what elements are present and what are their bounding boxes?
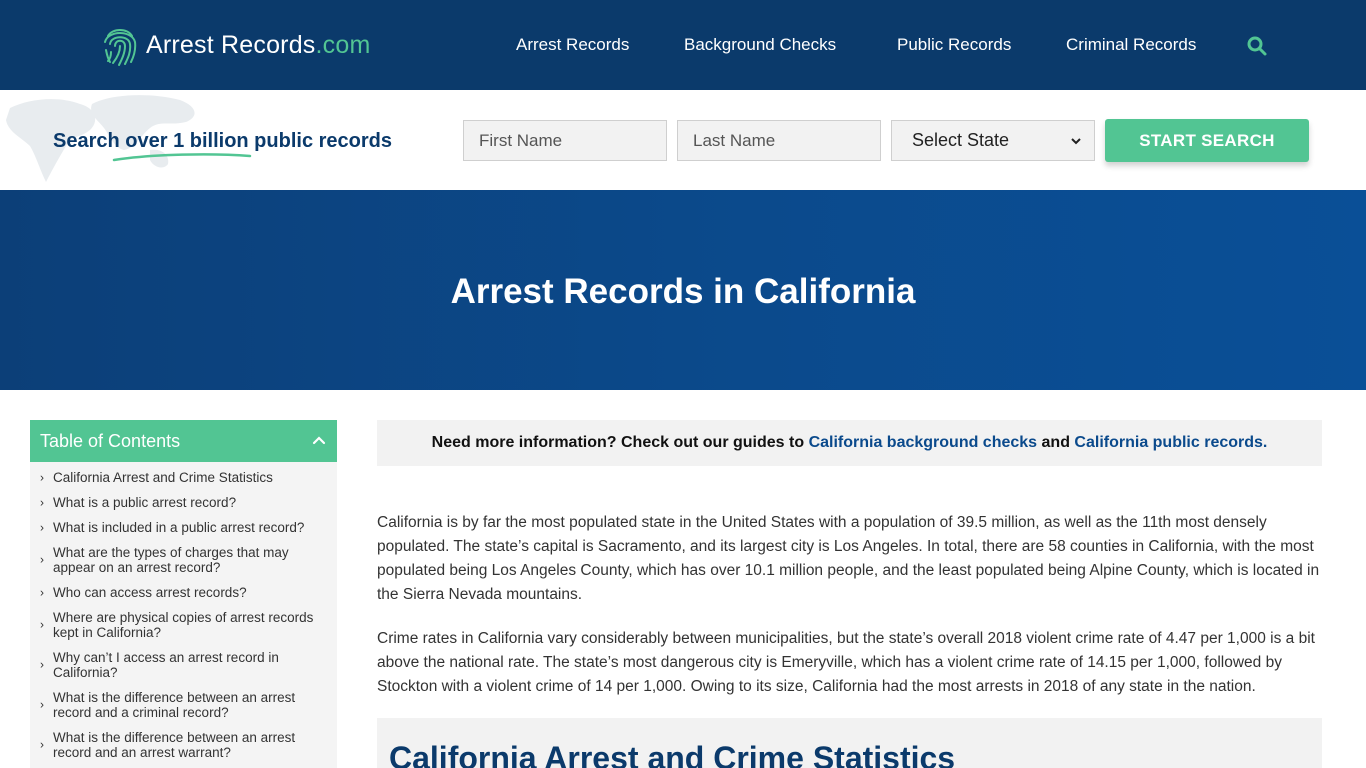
search-icon[interactable] <box>1246 35 1268 57</box>
hero-banner: Arrest Records in California <box>0 190 1366 390</box>
logo-suffix: .com <box>315 30 371 59</box>
toc-item[interactable]: › What is included in a public arrest rec… <box>30 520 337 535</box>
chevron-right-icon: › <box>40 495 44 509</box>
background-checks-link[interactable]: California background checks <box>809 434 1038 451</box>
state-select[interactable]: Select State <box>891 120 1095 161</box>
search-bar-section: Search over 1 billion public records Sel… <box>0 90 1366 190</box>
toc-item-label: What is included in a public arrest reco… <box>53 520 305 535</box>
last-name-input[interactable] <box>677 120 881 161</box>
page-title: Arrest Records in California <box>450 272 916 311</box>
chevron-right-icon: › <box>40 520 44 534</box>
tagline-underline <box>112 153 252 162</box>
first-name-input[interactable] <box>463 120 667 161</box>
intro-paragraph: California is by far the most populated … <box>377 514 1320 603</box>
toc-item[interactable]: › What are the types of charges that may … <box>30 545 337 575</box>
logo-text: Arrest Records.com <box>146 31 371 60</box>
toc-item-label: Where are physical copies of arrest reco… <box>53 610 314 640</box>
toc-title: Table of Contents <box>40 431 181 451</box>
nav-public-records[interactable]: Public Records <box>897 35 1011 55</box>
toc-item[interactable]: › Why can’t I access an arrest record in … <box>30 650 337 680</box>
toc-item[interactable]: › California Arrest and Crime Statistics <box>30 470 337 485</box>
toc-item-label: What is a public arrest record? <box>53 495 237 510</box>
info-notice: Need more information? Check out our gui… <box>377 420 1322 466</box>
toc-item-label: Why can’t I access an arrest record in C… <box>53 650 279 680</box>
section-box: California Arrest and Crime Statistics <box>377 718 1322 768</box>
nav-arrest-records[interactable]: Arrest Records <box>516 35 629 55</box>
toc-item[interactable]: › What is the difference between an arres… <box>30 730 337 760</box>
chevron-right-icon: › <box>40 585 44 599</box>
public-records-link[interactable]: California public records. <box>1074 434 1267 451</box>
toc-item[interactable]: › Who can access arrest records? <box>30 585 337 600</box>
toc-item[interactable]: › What is the difference between an arres… <box>30 690 337 720</box>
chevron-right-icon: › <box>40 470 44 484</box>
chevron-right-icon: › <box>40 552 44 567</box>
toc-item-label: What is the difference between an arrest… <box>53 690 296 720</box>
chevron-right-icon: › <box>40 697 44 712</box>
toc-item-label: California Arrest and Crime Statistics <box>53 470 273 485</box>
nav-background-checks[interactable]: Background Checks <box>684 35 836 55</box>
nav-criminal-records[interactable]: Criminal Records <box>1066 35 1196 55</box>
fingerprint-icon <box>104 29 137 66</box>
toc-header[interactable]: Table of Contents <box>30 420 337 462</box>
table-of-contents: Table of Contents › California Arrest and… <box>30 420 337 768</box>
chevron-up-icon[interactable] <box>311 432 327 448</box>
chevron-right-icon: › <box>40 737 44 752</box>
chevron-right-icon: › <box>40 657 44 672</box>
logo-main: Arrest Records <box>146 30 316 59</box>
start-search-button[interactable]: START SEARCH <box>1105 119 1309 162</box>
toc-item-label: What are the types of charges that may a… <box>53 545 289 575</box>
toc-item[interactable]: › Where are physical copies of arrest rec… <box>30 610 337 640</box>
section-heading: California Arrest and Crime Statistics <box>389 740 956 768</box>
toc-item[interactable]: › What is a public arrest record? <box>30 495 337 510</box>
toc-list: › California Arrest and Crime Statistics … <box>30 470 337 768</box>
site-logo[interactable]: Arrest Records.com <box>100 22 371 68</box>
toc-item-label: What is the difference between an arrest… <box>53 730 296 760</box>
notice-prefix: Need more information? Check out our gui… <box>431 434 809 451</box>
top-navigation-bar: Arrest Records.com Arrest Records Backgr… <box>0 0 1366 90</box>
crime-rate-paragraph: Crime rates in California vary considera… <box>377 630 1315 695</box>
toc-item-label: Who can access arrest records? <box>53 585 247 600</box>
chevron-right-icon: › <box>40 617 44 632</box>
state-select-value: Select State <box>912 130 1010 150</box>
notice-middle: and <box>1037 434 1075 451</box>
chevron-down-icon <box>1071 137 1081 144</box>
